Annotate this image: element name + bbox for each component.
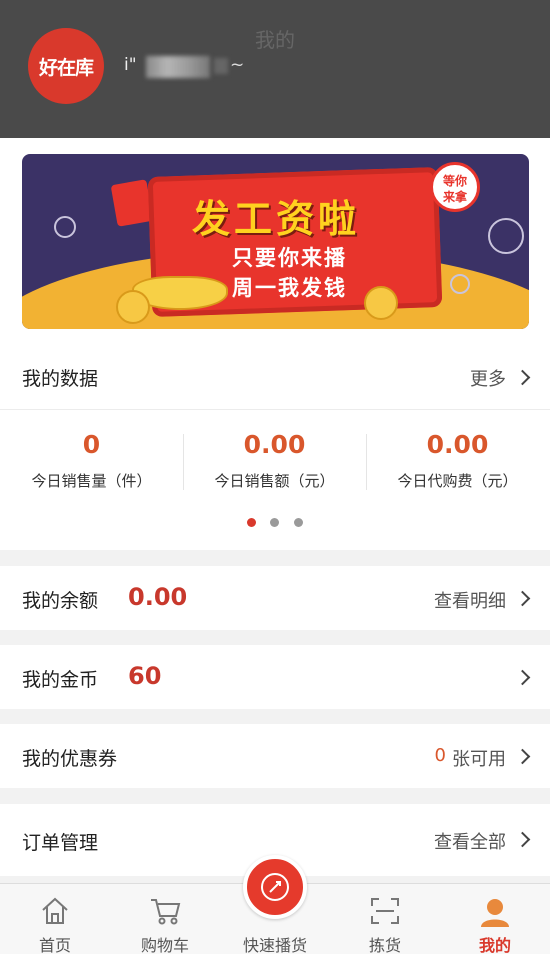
- coins-row[interactable]: 我的金币 60: [0, 645, 550, 709]
- promo-banner[interactable]: 发工资啦 只要你来播 周一我发钱 等你 来拿: [22, 154, 529, 329]
- avatar[interactable]: 好在库: [28, 28, 104, 104]
- badge-line-2: 来拿: [442, 190, 467, 204]
- broadcast-icon: [261, 873, 289, 901]
- tab-label: 拣货: [368, 936, 401, 954]
- carousel-dot-active[interactable]: [247, 518, 256, 527]
- banner-badge: 等你 来拿: [430, 162, 480, 212]
- chevron-right-icon: [514, 669, 531, 686]
- view-all-link[interactable]: 查看全部: [434, 828, 506, 854]
- coin-icon: [364, 286, 398, 320]
- tab-mine[interactable]: 我的: [440, 884, 550, 954]
- stat-value: 0.00: [243, 430, 306, 459]
- chevron-right-icon: [514, 831, 531, 848]
- username-suffix: ~: [230, 55, 245, 75]
- tab-label: 购物车: [140, 936, 189, 954]
- stat-label: 今日销售额（元）: [214, 472, 335, 490]
- chevron-right-icon: [514, 369, 531, 386]
- username-redacted-2: [214, 58, 228, 74]
- stats-carousel[interactable]: 0 今日销售量（件） 0.00 今日销售额（元） 0.00 今日代购费（元）: [0, 410, 550, 550]
- cart-icon: [151, 899, 181, 925]
- stat-label: 今日代购费（元）: [397, 472, 518, 490]
- coupons-label: 我的优惠券: [22, 748, 118, 770]
- balance-row[interactable]: 我的余额 0.00 查看明细: [0, 566, 550, 630]
- tab-label: 我的: [478, 936, 511, 954]
- my-data-title: 我的数据: [22, 368, 99, 390]
- home-icon: [42, 897, 68, 924]
- username-prefix: i": [124, 55, 137, 75]
- carousel-dot[interactable]: [294, 518, 303, 527]
- tab-home[interactable]: 首页: [0, 884, 110, 954]
- banner-section: 发工资啦 只要你来播 周一我发钱 等你 来拿: [0, 138, 550, 344]
- balance-value: 0.00: [128, 583, 188, 611]
- user-icon: [481, 899, 509, 927]
- username-redacted: [146, 56, 210, 78]
- red-envelope-icon: [110, 179, 154, 227]
- tab-picking[interactable]: 拣货: [330, 884, 440, 954]
- tab-label: 首页: [38, 936, 71, 954]
- tab-cart[interactable]: 购物车: [110, 884, 220, 954]
- coupon-available-text: 张可用: [452, 749, 506, 770]
- ring-decoration: [450, 274, 470, 294]
- orders-label: 订单管理: [22, 832, 99, 854]
- profile-header: 我的 好在库 i" ~: [0, 0, 550, 138]
- stat-label: 今日销售量（件）: [31, 472, 152, 490]
- quick-broadcast-button[interactable]: [243, 855, 307, 919]
- chevron-right-icon: [514, 590, 531, 607]
- banner-line-2: 周一我发钱: [232, 276, 347, 300]
- banner-line-1: 只要你来播: [232, 246, 347, 270]
- badge-line-1: 等你: [442, 174, 467, 188]
- chevron-right-icon: [514, 748, 531, 765]
- stat-value: 0: [82, 430, 101, 459]
- my-data-header[interactable]: 我的数据 更多: [0, 344, 550, 410]
- scan-icon: [371, 898, 399, 924]
- coins-label: 我的金币: [22, 669, 99, 691]
- coins-value: 60: [128, 662, 162, 690]
- carousel-dot[interactable]: [270, 518, 279, 527]
- coin-icon: [116, 290, 150, 324]
- coupons-row[interactable]: 我的优惠券 0 张可用: [0, 724, 550, 788]
- tab-label: 快速播货: [242, 936, 307, 954]
- banner-headline: 发工资啦: [192, 197, 361, 241]
- ring-decoration: [54, 216, 76, 238]
- view-details-link[interactable]: 查看明细: [434, 587, 506, 613]
- more-link[interactable]: 更多: [470, 365, 506, 391]
- balance-label: 我的余额: [22, 590, 99, 612]
- ring-decoration: [488, 218, 524, 254]
- coupon-count: 0: [434, 745, 446, 766]
- stat-value: 0.00: [426, 430, 489, 459]
